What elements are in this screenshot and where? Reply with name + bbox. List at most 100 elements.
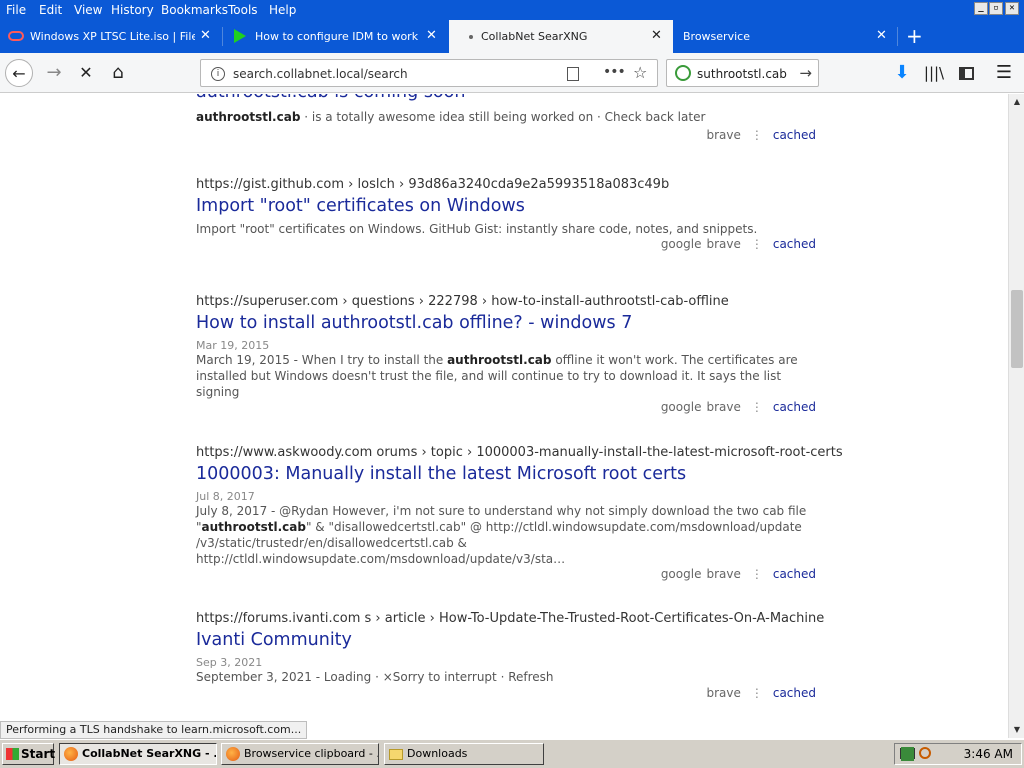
system-tray: 3:46 AM — [894, 743, 1022, 765]
more-options-icon[interactable]: ⋮ — [751, 686, 763, 700]
tab-close-icon[interactable]: ✕ — [876, 29, 887, 43]
tab-close-icon[interactable]: ✕ — [426, 29, 437, 43]
folder-icon — [389, 749, 403, 760]
more-options-icon[interactable]: ⋮ — [751, 400, 763, 414]
result-date: Jul 8, 2017 — [196, 490, 255, 503]
more-options-icon[interactable]: ⋮ — [751, 567, 763, 581]
result-meta: brave ⋮ cached — [196, 686, 816, 700]
menu-tools[interactable]: Tools — [228, 3, 258, 17]
info-icon[interactable]: i — [211, 67, 225, 81]
menu-view[interactable]: View — [74, 3, 102, 17]
result-title[interactable]: Ivanti Community — [196, 630, 816, 650]
dot-icon — [469, 35, 473, 39]
search-input[interactable]: suthrootstl.cab — [697, 67, 787, 81]
result-url[interactable]: https://forums.ivanti.com s › article › … — [196, 611, 824, 626]
windows-logo-icon — [6, 748, 19, 760]
scroll-thumb[interactable] — [1011, 290, 1023, 368]
cached-link[interactable]: cached — [773, 128, 816, 142]
search-tray-icon[interactable] — [919, 747, 931, 759]
hamburger-menu-icon[interactable]: ☰ — [990, 59, 1018, 87]
forward-button[interactable]: → — [40, 59, 68, 87]
more-options-icon[interactable]: ⋮ — [751, 237, 763, 251]
firefox-icon — [64, 747, 78, 761]
menu-file[interactable]: File — [6, 3, 26, 17]
url-text[interactable]: search.collabnet.local/search — [233, 67, 408, 81]
result-date: Mar 19, 2015 — [196, 339, 270, 352]
cached-link[interactable]: cached — [773, 686, 816, 700]
firefox-icon — [226, 747, 240, 761]
bookmark-star-icon[interactable]: ☆ — [633, 63, 647, 82]
search-result: https://superuser.com › questions › 2227… — [196, 294, 816, 414]
search-result: https://forums.ivanti.com s › article › … — [196, 611, 824, 700]
result-url[interactable]: https://gist.github.com › loslch › 93d86… — [196, 177, 816, 192]
cached-link[interactable]: cached — [773, 237, 816, 251]
result-meta: google brave ⋮ cached — [196, 567, 816, 581]
search-result: authrootstl.cab is coming soon authroots… — [196, 94, 816, 142]
files-fm-icon — [8, 31, 24, 41]
address-bar[interactable]: i search.collabnet.local/search ••• ☆ — [200, 59, 658, 87]
tab-close-icon[interactable]: ✕ — [200, 29, 211, 43]
result-date: Sep 3, 2021 — [196, 656, 263, 669]
result-snippet: authrootstl.cab · is a totally awesome i… — [196, 110, 706, 124]
taskbar-item-searxng[interactable]: CollabNet SearXNG - ... — [59, 743, 217, 765]
start-button[interactable]: Start — [2, 743, 56, 765]
result-snippet: Import "root" certificates on Windows. G… — [196, 222, 758, 236]
menu-help[interactable]: Help — [269, 3, 296, 17]
menu-bar: File Edit View History Bookmarks Tools H… — [0, 0, 1024, 20]
search-go-icon[interactable]: → — [799, 64, 812, 82]
engine-label: brave — [706, 128, 741, 142]
scroll-up-arrow-icon[interactable]: ▲ — [1009, 94, 1024, 110]
taskbar-item-downloads[interactable]: Downloads — [384, 743, 544, 765]
tab-idm[interactable]: How to configure IDM to work with… ✕ — [223, 20, 448, 53]
reader-view-icon[interactable] — [567, 67, 579, 81]
taskbar-item-browservice[interactable]: Browservice clipboard - ... — [221, 743, 379, 765]
engine-label: google — [660, 567, 702, 581]
tab-strip: Windows XP LTSC Lite.iso | Files.fm ✕ Ho… — [0, 20, 1024, 53]
tab-browservice[interactable]: Browservice ✕ — [674, 20, 896, 53]
result-snippet: March 19, 2015 - When I try to install t… — [196, 353, 798, 399]
result-url[interactable]: https://superuser.com › questions › 2227… — [196, 294, 816, 309]
tab-files-fm[interactable]: Windows XP LTSC Lite.iso | Files.fm ✕ — [0, 20, 222, 53]
tab-close-icon[interactable]: ✕ — [651, 29, 662, 43]
start-label: Start — [21, 747, 56, 761]
result-title[interactable]: How to install authrootstl.cab offline? … — [196, 313, 816, 333]
taskbar-item-label: Browservice clipboard - ... — [244, 747, 379, 760]
result-title[interactable]: authrootstl.cab is coming soon — [196, 94, 816, 102]
tab-title: Browservice — [683, 30, 750, 43]
network-icon[interactable] — [901, 747, 914, 761]
minimize-button[interactable]: _ — [974, 2, 988, 15]
taskbar: Start CollabNet SearXNG - ... Browservic… — [0, 739, 1024, 768]
tab-collabnet-searxng[interactable]: CollabNet SearXNG ✕ — [449, 20, 673, 53]
scroll-down-arrow-icon[interactable]: ▼ — [1009, 722, 1024, 738]
result-url[interactable]: https://www.askwoody.com orums › topic ›… — [196, 445, 843, 460]
menu-history[interactable]: History — [111, 3, 154, 17]
more-options-icon[interactable]: ⋮ — [751, 128, 763, 142]
stop-button[interactable]: ✕ — [72, 59, 100, 87]
sidebar-icon[interactable] — [952, 59, 980, 87]
engine-label: google — [660, 400, 702, 414]
engine-label: brave — [706, 686, 741, 700]
tab-title: CollabNet SearXNG — [481, 30, 588, 43]
taskbar-item-label: CollabNet SearXNG - ... — [82, 747, 217, 760]
clock: 3:46 AM — [963, 747, 1013, 761]
result-snippet: September 3, 2021 - Loading · ×Sorry to … — [196, 670, 554, 684]
cached-link[interactable]: cached — [773, 567, 816, 581]
result-title[interactable]: Import "root" certificates on Windows — [196, 196, 816, 216]
library-icon[interactable]: |||\ — [920, 59, 948, 87]
menu-bookmarks[interactable]: Bookmarks — [161, 3, 228, 17]
vertical-scrollbar[interactable]: ▲ ▼ — [1008, 94, 1024, 738]
back-button[interactable]: ← — [5, 59, 33, 87]
page-actions-icon[interactable]: ••• — [603, 64, 626, 80]
restore-button[interactable]: ▫ — [989, 2, 1003, 15]
result-title[interactable]: 1000003: Manually install the latest Mic… — [196, 464, 816, 484]
result-meta: google brave ⋮ cached — [196, 237, 816, 251]
menu-edit[interactable]: Edit — [39, 3, 62, 17]
home-button[interactable]: ⌂ — [104, 59, 132, 87]
tab-divider — [897, 27, 898, 46]
search-bar[interactable]: suthrootstl.cab → — [666, 59, 819, 87]
cached-link[interactable]: cached — [773, 400, 816, 414]
search-result: https://www.askwoody.com orums › topic ›… — [196, 445, 843, 581]
close-window-button[interactable]: ✕ — [1005, 2, 1019, 15]
new-tab-button[interactable]: + — [906, 24, 923, 48]
downloads-icon[interactable]: ⬇ — [888, 59, 916, 87]
